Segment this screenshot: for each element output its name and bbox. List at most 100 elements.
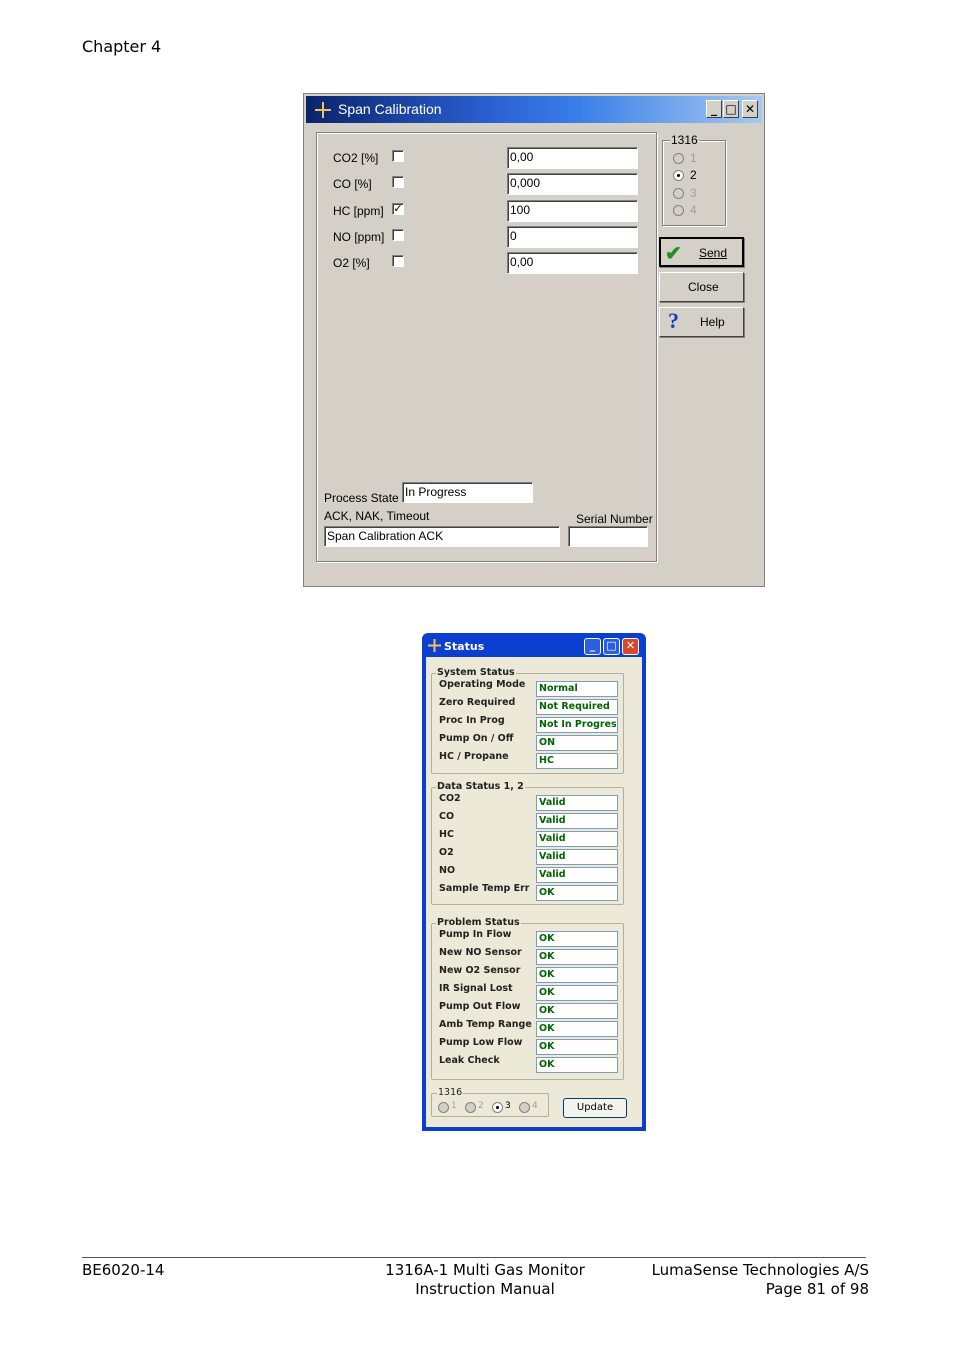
- close-window-button[interactable]: ✕: [622, 638, 639, 655]
- send-button[interactable]: ✔ Send: [659, 237, 744, 267]
- system-status-row-value: Not In Progress: [536, 717, 618, 733]
- process-state-label: Process State: [324, 491, 399, 505]
- instrument-radio-3-label: 3: [690, 186, 697, 200]
- instrument-radio-4: [673, 205, 684, 216]
- check-icon: ✔: [665, 243, 682, 265]
- ack-field: Span Calibration ACK: [324, 526, 560, 547]
- data-status-row-value: Valid: [536, 813, 618, 829]
- problem-status-row-value: OK: [536, 949, 618, 965]
- minimize-button[interactable]: _: [706, 100, 722, 118]
- data-status-row-label: O2: [439, 847, 454, 858]
- gas-value-o2[interactable]: 0,00: [507, 252, 638, 274]
- update-button[interactable]: Update: [563, 1098, 627, 1118]
- problem-status-row-value: OK: [536, 931, 618, 947]
- system-status-title: System Status: [436, 667, 516, 678]
- gas-label-hc: HC [ppm]: [333, 204, 384, 218]
- instrument-radio-2[interactable]: [465, 1102, 476, 1113]
- system-status-row-value: Not Required: [536, 699, 618, 715]
- gas-checkbox-hc[interactable]: ✓: [392, 203, 404, 215]
- problem-status-row-label: Pump In Flow: [439, 929, 512, 940]
- system-status-row-label: Zero Required: [439, 697, 516, 708]
- app-icon: [428, 639, 441, 652]
- data-status-row-value: Valid: [536, 867, 618, 883]
- gas-value-no[interactable]: 0: [507, 226, 638, 248]
- serial-number-field[interactable]: [568, 526, 648, 547]
- system-status-row-label: HC / Propane: [439, 751, 509, 762]
- gas-label-o2: O2 [%]: [333, 256, 370, 270]
- instrument-radio-2-label: 2: [690, 168, 697, 182]
- help-button-label: Help: [700, 315, 725, 329]
- problem-status-row-value: OK: [536, 967, 618, 983]
- problem-status-row-value: OK: [536, 1021, 618, 1037]
- gas-value-hc[interactable]: 100: [507, 200, 638, 222]
- gas-checkbox-no[interactable]: [392, 229, 404, 241]
- close-button[interactable]: Close: [659, 272, 744, 302]
- instrument-radio-4-label: 4: [532, 1101, 538, 1111]
- data-status-row-label: NO: [439, 865, 456, 876]
- instrument-radio-2-label: 2: [478, 1101, 484, 1111]
- data-status-row-label: HC: [439, 829, 454, 840]
- instrument-radio-3: [673, 188, 684, 199]
- instrument-group-title: 1316: [437, 1087, 464, 1098]
- help-icon: ?: [668, 308, 679, 333]
- instrument-radio-2[interactable]: [673, 170, 684, 181]
- gas-checkbox-co2[interactable]: [392, 150, 404, 162]
- process-state-field: In Progress: [402, 482, 533, 503]
- minimize-button[interactable]: _: [584, 638, 601, 655]
- instrument-radio-1: [673, 153, 684, 164]
- span-title-bar[interactable]: Span Calibration _ □ ✕: [306, 96, 762, 123]
- gas-value-co2[interactable]: 0,00: [507, 147, 638, 169]
- span-window-title: Span Calibration: [338, 101, 442, 117]
- instrument-radio-1-label: 1: [451, 1101, 457, 1111]
- instrument-radio-3-label: 3: [505, 1101, 511, 1111]
- footer-title-line2: Instruction Manual: [415, 1280, 555, 1298]
- ack-label: ACK, NAK, Timeout: [324, 509, 430, 523]
- footer-doc-id: BE6020-14: [82, 1261, 165, 1279]
- span-calibration-window: Span Calibration _ □ ✕ CO2 [%] 0,00 CO […: [303, 93, 765, 587]
- instrument-radio-1[interactable]: [438, 1102, 449, 1113]
- problem-status-row-label: Pump Low Flow: [439, 1037, 523, 1048]
- data-status-row-value: Valid: [536, 831, 618, 847]
- problem-status-row-value: OK: [536, 1057, 618, 1073]
- problem-status-row-label: New O2 Sensor: [439, 965, 521, 976]
- instrument-radio-4[interactable]: [519, 1102, 530, 1113]
- problem-status-row-label: Pump Out Flow: [439, 1001, 521, 1012]
- system-status-row-label: Proc In Prog: [439, 715, 505, 726]
- system-status-row-value: Normal: [536, 681, 618, 697]
- data-status-title: Data Status 1, 2: [436, 781, 525, 792]
- footer-rule: [82, 1257, 866, 1258]
- status-window: Status _ □ ✕ System Status Operating Mod…: [422, 633, 646, 1131]
- system-status-row-label: Pump On / Off: [439, 733, 514, 744]
- data-status-row-label: Sample Temp Err: [439, 883, 530, 894]
- footer-title: 1316A-1 Multi Gas Monitor Instruction Ma…: [360, 1261, 610, 1299]
- maximize-button[interactable]: □: [603, 638, 620, 655]
- problem-status-row-label: Leak Check: [439, 1055, 500, 1066]
- gas-value-co[interactable]: 0,000: [507, 173, 638, 195]
- instrument-radio-1-label: 1: [690, 151, 697, 165]
- maximize-button[interactable]: □: [723, 100, 739, 118]
- system-status-row-label: Operating Mode: [439, 679, 526, 690]
- problem-status-title: Problem Status: [436, 917, 521, 928]
- gas-label-co: CO [%]: [333, 177, 372, 191]
- close-window-button[interactable]: ✕: [742, 100, 758, 118]
- data-status-row-value: OK: [536, 885, 618, 901]
- footer-company-name: LumaSense Technologies A/S: [651, 1261, 869, 1279]
- serial-number-label: Serial Number: [576, 512, 653, 526]
- footer-page-number: Page 81 of 98: [765, 1280, 869, 1298]
- footer-title-line1: 1316A-1 Multi Gas Monitor: [385, 1261, 585, 1279]
- gas-checkbox-o2[interactable]: [392, 255, 404, 267]
- gas-checkbox-co[interactable]: [392, 176, 404, 188]
- update-button-label: Update: [576, 1102, 614, 1113]
- help-button[interactable]: ? Help: [659, 307, 744, 337]
- problem-status-row-value: OK: [536, 985, 618, 1001]
- system-status-row-value: HC: [536, 753, 618, 769]
- gas-label-co2: CO2 [%]: [333, 151, 379, 165]
- instrument-radio-3[interactable]: [492, 1102, 503, 1113]
- app-icon: [315, 102, 331, 118]
- problem-status-row-value: OK: [536, 1039, 618, 1055]
- chapter-heading: Chapter 4: [82, 37, 162, 56]
- status-body: System Status Operating Mode Normal Zero R…: [426, 657, 642, 1127]
- instrument-group-title: 1316: [670, 133, 699, 147]
- problem-status-row-label: IR Signal Lost: [439, 983, 513, 994]
- problem-status-row-value: OK: [536, 1003, 618, 1019]
